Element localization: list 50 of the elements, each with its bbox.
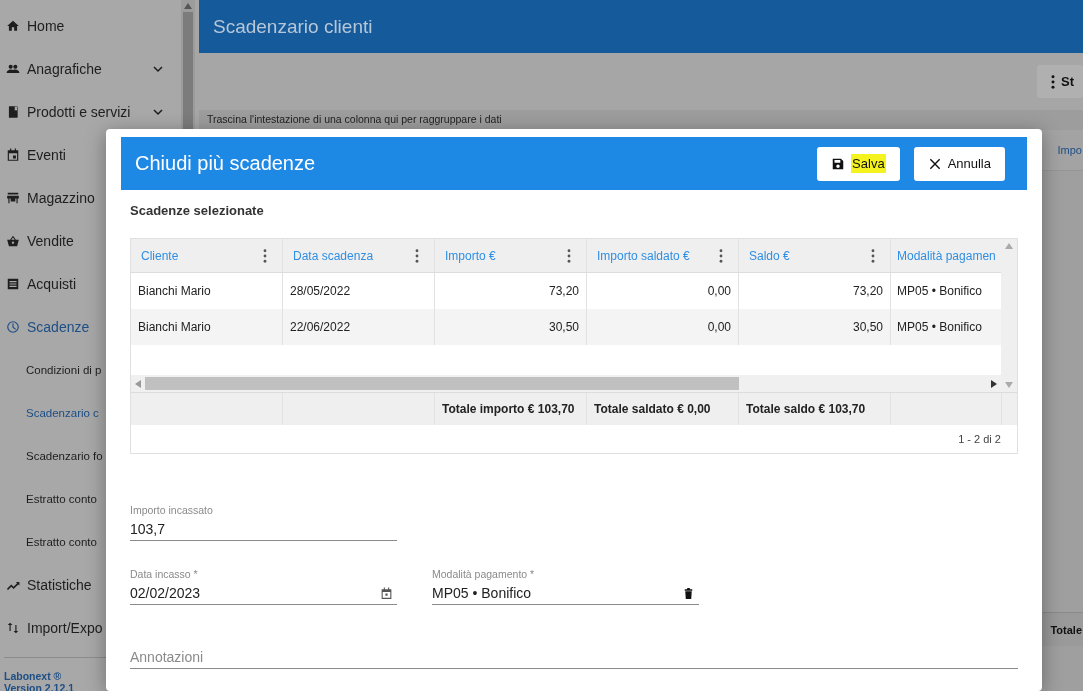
table-cell-text: MP05 • Bonifico: [896, 283, 983, 300]
more-vertical-icon[interactable]: [871, 248, 875, 263]
trash-icon[interactable]: [682, 586, 695, 600]
table-cell: 30,50: [739, 309, 891, 345]
footer-text: Labonext ®: [4, 670, 63, 682]
scroll-right-icon[interactable]: [991, 379, 997, 388]
horizontal-scrollbar[interactable]: [131, 375, 1001, 392]
calendar-icon[interactable]: [380, 586, 393, 600]
close-icon: [927, 156, 942, 171]
more-vertical-icon[interactable]: [415, 248, 419, 263]
select-field[interactable]: Modalità pagamento * MP05 • Bonifico: [432, 568, 699, 605]
table-cell: Bianchi Mario: [131, 309, 283, 345]
group-hint: Trascina l'intestazione di una colonna qui per raggruppare i dati: [199, 110, 1083, 130]
pager-text: 1 - 2 di 2: [958, 433, 1001, 445]
sidebar-item[interactable]: Home: [0, 4, 181, 47]
list-icon: [6, 276, 20, 291]
total-cell: Totale saldo € 103,70: [739, 393, 891, 425]
more-vertical-icon[interactable]: [263, 248, 267, 263]
table-cell: 30,50: [435, 309, 587, 345]
page-title: Scadenzario clienti: [213, 15, 373, 38]
toolbar-button[interactable]: St: [1037, 65, 1083, 98]
basket-icon: [6, 233, 20, 248]
table-cell-text: MP05 • Bonifico: [896, 319, 983, 336]
calendar-icon: [6, 147, 20, 162]
total-label: Totale: [1050, 623, 1082, 636]
section-title: Scadenze selezionate: [130, 203, 265, 218]
input-field[interactable]: Importo incassato 103,7: [130, 504, 397, 541]
save-icon: [831, 156, 846, 171]
date-field[interactable]: Data incasso * 02/02/2023: [130, 568, 397, 605]
more-vertical-icon[interactable]: [719, 248, 723, 263]
total-cell: Totale importo € 103,70: [435, 393, 587, 425]
more-vertical-icon: [1051, 74, 1055, 89]
save-button[interactable]: Salva: [817, 146, 900, 181]
total-cell: Totale saldato € 0,00: [587, 393, 739, 425]
sidebar-item[interactable]: Anagrafiche: [0, 47, 181, 90]
chevron-down-icon: [153, 63, 163, 74]
sidebar-item[interactable]: Prodotti e servizi: [0, 90, 181, 133]
store-icon: [6, 190, 20, 205]
table-cell: 22/06/2022: [283, 309, 435, 345]
book-icon: [6, 104, 20, 119]
clock-icon: [6, 319, 20, 334]
cancel-button[interactable]: Annulla: [913, 146, 1005, 181]
table-cell: 0,00: [587, 309, 739, 345]
sidebar-item[interactable]: Import/Expo: [0, 606, 181, 649]
scroll-up-icon[interactable]: [184, 3, 192, 9]
home-icon: [6, 18, 20, 33]
chevron-down-icon: [153, 106, 163, 117]
more-vertical-icon[interactable]: [567, 248, 571, 263]
transfer-icon: [6, 620, 20, 635]
dialog-title: Chiudi più scadenze: [135, 152, 317, 175]
